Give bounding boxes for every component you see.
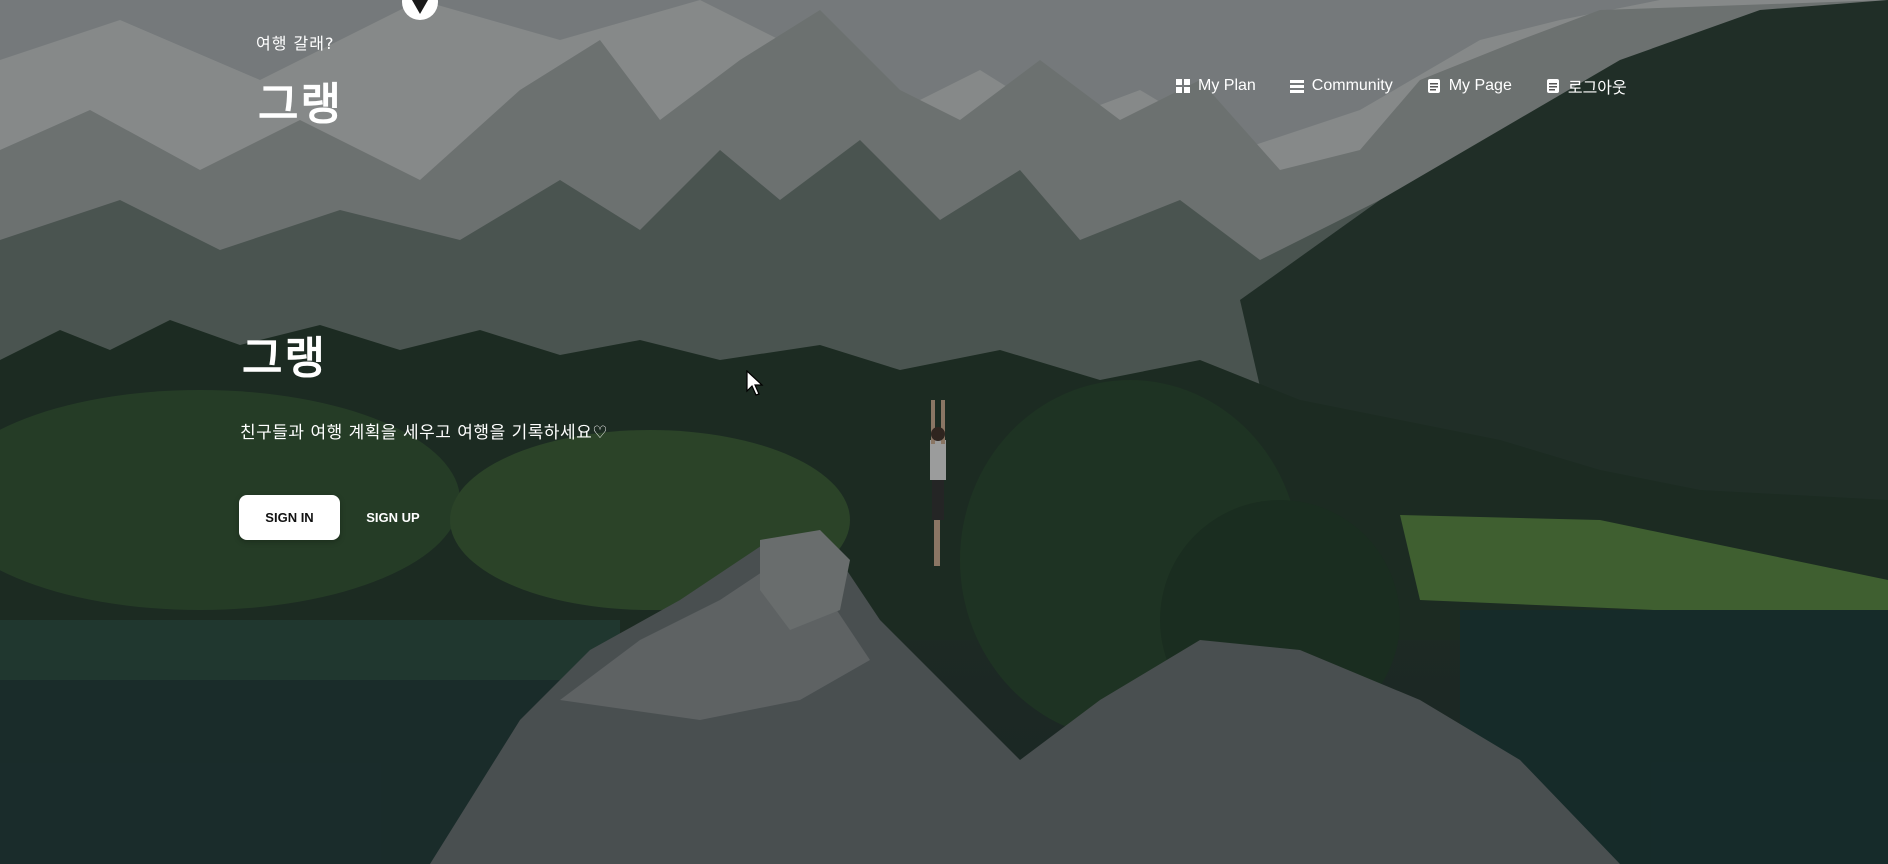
hero-subtitle: 친구들과 여행 계획을 세우고 여행을 기록하세요♡	[240, 423, 609, 443]
hero-title: 그랭	[242, 333, 327, 384]
mouse-cursor-icon	[746, 369, 764, 400]
document-icon	[1427, 79, 1441, 93]
nav-label: Community	[1311, 77, 1393, 94]
grid-icon	[1176, 79, 1190, 93]
sign-in-button[interactable]: SIGN IN	[239, 495, 340, 540]
nav-label: My Plan	[1198, 77, 1256, 94]
nav-logout[interactable]: 로그아웃	[1546, 74, 1627, 98]
list-icon	[1289, 79, 1304, 93]
nav-community[interactable]: Community	[1289, 74, 1393, 98]
brand-tagline: 여행 갈래?	[256, 34, 335, 53]
nav-my-plan[interactable]: My Plan	[1176, 74, 1256, 98]
nav-label: 로그아웃	[1567, 80, 1627, 97]
nav-my-page[interactable]: My Page	[1427, 74, 1512, 98]
brand-logo[interactable]: 그랭	[258, 68, 343, 132]
nav-label: My Page	[1448, 77, 1512, 94]
document-icon	[1546, 79, 1560, 93]
main-navigation: My Plan Community My Page 로그아웃	[1176, 74, 1661, 98]
sign-up-button[interactable]: SIGN UP	[352, 495, 434, 540]
